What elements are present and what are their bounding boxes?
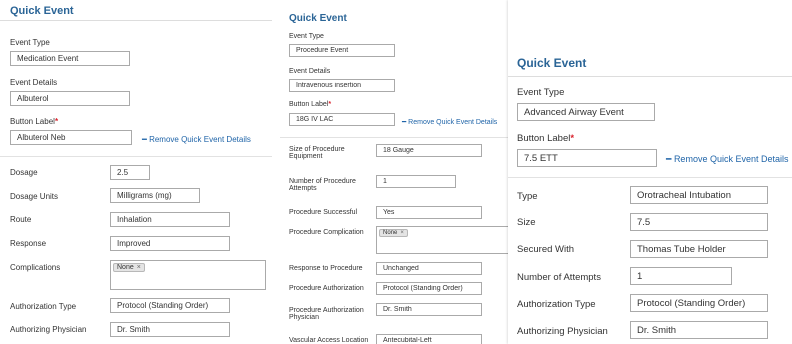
- quick-event-panel-medication: Quick Event Event Type Event Details But…: [0, 0, 272, 344]
- secured-with-field[interactable]: [630, 240, 768, 258]
- vascular-access-location-label: Vascular Access Location: [289, 337, 369, 344]
- dosage-label: Dosage: [10, 168, 38, 177]
- procedure-successful-field[interactable]: [376, 206, 482, 219]
- event-type-field[interactable]: [517, 103, 655, 121]
- required-indicator: *: [54, 117, 59, 126]
- panel-header: Quick Event: [0, 0, 272, 21]
- minus-icon: ━: [402, 119, 407, 126]
- minus-icon: ━: [666, 154, 672, 164]
- event-details-label: Event Details: [10, 78, 58, 87]
- response-to-procedure-field[interactable]: [376, 262, 482, 275]
- quick-event-panel-procedure: Quick Event Event Type Event Details But…: [280, 0, 512, 344]
- authorization-type-label: Authorization Type: [10, 302, 77, 311]
- complications-multiselect[interactable]: None ×: [110, 260, 266, 290]
- panel-title: Quick Event: [10, 5, 74, 17]
- procedure-complication-multiselect[interactable]: None ×: [376, 226, 512, 254]
- response-to-procedure-label: Response to Procedure: [289, 265, 363, 272]
- event-type-field[interactable]: [10, 51, 130, 66]
- button-label-label: Button Label*: [517, 133, 575, 144]
- button-label-field[interactable]: [289, 113, 395, 126]
- number-of-procedure-attempts-label: Number of Procedure Attempts: [289, 178, 356, 192]
- panel-title: Quick Event: [517, 56, 587, 70]
- event-type-label: Event Type: [10, 38, 50, 47]
- minus-icon: ━: [142, 135, 147, 144]
- type-label: Type: [517, 191, 538, 202]
- size-label: Size: [517, 217, 536, 228]
- size-of-procedure-equipment-label: Size of Procedure Equipment: [289, 146, 345, 160]
- authorization-type-label: Authorization Type: [517, 299, 596, 310]
- event-details-field[interactable]: [289, 79, 395, 92]
- remove-quick-event-details-link[interactable]: ━ Remove Quick Event Details: [142, 135, 251, 144]
- required-indicator: *: [328, 101, 332, 108]
- event-type-field[interactable]: [289, 44, 395, 57]
- route-field[interactable]: [110, 212, 230, 227]
- complications-label: Complications: [10, 263, 61, 272]
- remove-quick-event-details-link[interactable]: ━ Remove Quick Event Details: [402, 118, 497, 126]
- dosage-units-field[interactable]: [110, 188, 200, 203]
- size-of-procedure-equipment-field[interactable]: [376, 144, 482, 157]
- panel-header: Quick Event: [508, 48, 792, 77]
- button-label-field[interactable]: [517, 149, 657, 167]
- procedure-successful-label: Procedure Successful: [289, 209, 358, 216]
- number-of-procedure-attempts-field[interactable]: [376, 175, 456, 188]
- close-icon[interactable]: ×: [137, 264, 141, 271]
- event-type-label: Event Type: [517, 87, 565, 98]
- authorization-type-field[interactable]: [110, 298, 230, 313]
- close-icon[interactable]: ×: [400, 230, 404, 236]
- dosage-units-label: Dosage Units: [10, 192, 59, 201]
- dosage-field[interactable]: [110, 165, 150, 180]
- event-details-field[interactable]: [10, 91, 130, 106]
- section-divider: [280, 137, 512, 138]
- number-of-attempts-label: Number of Attempts: [517, 272, 601, 283]
- vascular-access-location-field[interactable]: [376, 334, 482, 344]
- route-label: Route: [10, 215, 32, 224]
- procedure-authorization-field[interactable]: [376, 282, 482, 295]
- number-of-attempts-field[interactable]: [630, 267, 732, 285]
- authorizing-physician-field[interactable]: [110, 322, 230, 337]
- selected-tag: None ×: [113, 263, 145, 272]
- selected-tag: None ×: [379, 229, 408, 237]
- authorizing-physician-field[interactable]: [630, 321, 768, 339]
- quick-event-panel-airway: Quick Event Event Type Button Label* ━ R…: [508, 0, 792, 344]
- authorization-type-field[interactable]: [630, 294, 768, 312]
- event-details-label: Event Details: [289, 68, 331, 75]
- procedure-complication-label: Procedure Complication: [289, 229, 364, 236]
- secured-with-label: Secured With: [517, 244, 575, 255]
- authorizing-physician-label: Authorizing Physician: [517, 326, 608, 337]
- remove-quick-event-details-link[interactable]: ━ Remove Quick Event Details: [666, 154, 788, 165]
- size-field[interactable]: [630, 213, 768, 231]
- response-field[interactable]: [110, 236, 230, 251]
- button-label-label: Button Label*: [289, 101, 332, 108]
- procedure-authorization-label: Procedure Authorization: [289, 285, 364, 292]
- response-label: Response: [10, 239, 47, 248]
- procedure-authorization-physician-label: Procedure Authorization Physician: [289, 307, 364, 321]
- section-divider: [508, 177, 792, 178]
- authorizing-physician-label: Authorizing Physician: [10, 325, 87, 334]
- procedure-authorization-physician-field[interactable]: [376, 303, 482, 316]
- button-label-label: Button Label*: [10, 117, 59, 126]
- section-divider: [0, 156, 272, 157]
- event-type-label: Event Type: [289, 33, 324, 40]
- button-label-field[interactable]: [10, 130, 132, 145]
- type-field[interactable]: [630, 186, 768, 204]
- required-indicator: *: [570, 133, 575, 144]
- panel-title: Quick Event: [289, 13, 347, 24]
